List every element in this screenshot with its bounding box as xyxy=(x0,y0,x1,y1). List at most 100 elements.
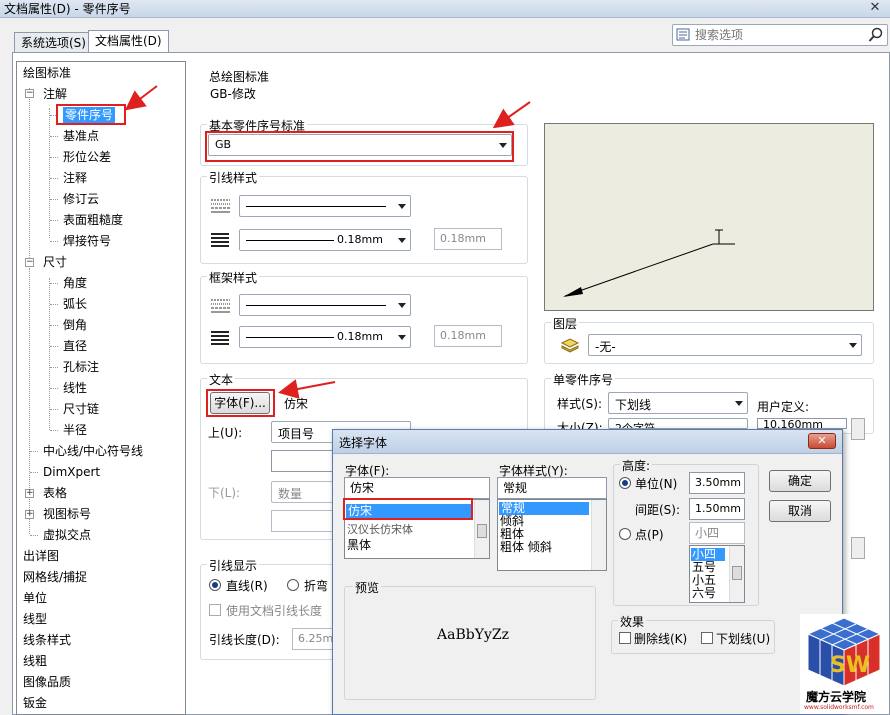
layer-label: 图层 xyxy=(551,315,580,332)
current-font-name: 仿宋 xyxy=(284,397,309,411)
tree-item-view-labels[interactable]: 视图标号 xyxy=(43,506,91,522)
tree-item-annotations[interactable]: 注解 xyxy=(43,86,67,102)
line-thickness-icon xyxy=(211,331,229,345)
overall-standard-value: GB-修改 xyxy=(210,87,256,101)
tree-item-revision-clouds[interactable]: 修订云 xyxy=(63,191,99,207)
straight-leader-label: 直线(R) xyxy=(226,579,268,593)
underline-checkbox[interactable] xyxy=(701,632,713,644)
font-name-input[interactable]: 仿宋 xyxy=(344,477,490,499)
points-list[interactable]: 小四 五号 小五 六号 xyxy=(689,545,745,603)
stack-spinner[interactable] xyxy=(851,537,865,559)
points-radio[interactable] xyxy=(619,528,631,540)
use-doc-leader-length-checkbox[interactable] xyxy=(209,604,221,616)
search-input[interactable] xyxy=(695,26,863,44)
balloon-preview-drawing xyxy=(563,229,735,297)
tree-item-drafting-standard[interactable]: 绘图标准 xyxy=(23,65,71,81)
tree-item-line-font[interactable]: 线型 xyxy=(23,611,47,627)
collapse-icon[interactable]: − xyxy=(25,89,34,98)
tree-item-geometric-tolerances[interactable]: 形位公差 xyxy=(63,149,111,165)
points-option[interactable]: 六号 xyxy=(692,587,716,600)
underline-label: 下划线(U) xyxy=(716,632,771,646)
tree-item-dimxpert[interactable]: DimXpert xyxy=(43,464,100,480)
tree-item-image-quality[interactable]: 图像品质 xyxy=(23,674,71,690)
tree-item-linear[interactable]: 线性 xyxy=(63,380,87,396)
tree-item-notes[interactable]: 注释 xyxy=(63,170,87,186)
tree-item-datums[interactable]: 基准点 xyxy=(63,128,99,144)
units-radio[interactable] xyxy=(619,477,631,489)
options-tree[interactable]: 绘图标准 − 注解 零件序号 基准点 形位公差 注释 修订云 表面粗糙度 焊接符… xyxy=(16,61,186,715)
chevron-down-icon xyxy=(398,204,406,209)
layer-select[interactable]: -无- xyxy=(588,334,862,356)
tree-item-angle[interactable]: 角度 xyxy=(63,275,87,291)
font-style-input[interactable]: 常规 xyxy=(497,477,607,499)
tree-item-chamfer[interactable]: 倒角 xyxy=(63,317,87,333)
highlight-font-option xyxy=(343,498,473,520)
font-option[interactable]: 汉仪长仿宋体 xyxy=(347,523,413,536)
points-label: 点(P) xyxy=(635,528,664,542)
tree-item-surface-finishes[interactable]: 表面粗糙度 xyxy=(63,212,123,228)
bent-leader-radio[interactable] xyxy=(287,579,299,591)
straight-leader-radio[interactable] xyxy=(209,579,221,591)
lower-text-select[interactable]: 数量 xyxy=(271,481,333,503)
tab-document-properties[interactable]: 文档属性(D) xyxy=(88,30,169,53)
tree-item-centerlines[interactable]: 中心线/中心符号线 xyxy=(43,443,143,459)
tree-item-line-style[interactable]: 线条样式 xyxy=(23,632,71,648)
collapse-icon[interactable]: − xyxy=(25,258,34,267)
tree-item-virtual-sharps[interactable]: 虚拟交点 xyxy=(43,527,91,543)
frame-line-style-select[interactable] xyxy=(239,294,411,316)
leader-thickness-custom[interactable]: 0.18mm xyxy=(434,228,502,250)
tree-item-dimensions[interactable]: 尺寸 xyxy=(43,254,67,270)
spacing-input[interactable]: 1.50mm xyxy=(689,498,745,520)
expand-icon[interactable]: + xyxy=(25,489,34,498)
preview-group: 预览 AaBbYyZz xyxy=(344,579,596,700)
balloon-preview xyxy=(544,123,874,311)
user-defined-size-input[interactable]: 10.160mm xyxy=(757,418,847,429)
font-option[interactable]: 黑体 xyxy=(347,539,371,552)
units-height-input[interactable]: 3.50mm xyxy=(689,472,745,494)
window-close-button[interactable]: ✕ xyxy=(864,0,886,17)
tree-item-tables[interactable]: 表格 xyxy=(43,485,67,501)
tree-item-grid-snap[interactable]: 网格线/捕捉 xyxy=(23,569,87,585)
leader-line-style-select[interactable] xyxy=(239,195,411,217)
search-box[interactable] xyxy=(672,24,888,46)
balloon-size-label: 大小(Z): xyxy=(557,421,603,429)
leader-length-label: 引线长度(D): xyxy=(209,633,280,647)
font-style-list[interactable]: 常规 倾斜 粗体 粗体 倾斜 xyxy=(497,499,607,571)
tab-system-options[interactable]: 系统选项(S) xyxy=(14,32,93,53)
search-icon[interactable] xyxy=(868,27,884,43)
tree-item-line-thickness[interactable]: 线粗 xyxy=(23,653,47,669)
size-spinner[interactable] xyxy=(851,418,865,440)
dialog-close-button[interactable]: ✕ xyxy=(808,433,836,449)
tree-item-units[interactable]: 单位 xyxy=(23,590,47,606)
tree-item-radius[interactable]: 半径 xyxy=(63,422,87,438)
tree-item-detailing[interactable]: 出详图 xyxy=(23,548,59,564)
leader-display-label: 引线显示 xyxy=(207,557,260,574)
ok-button[interactable]: 确定 xyxy=(769,470,831,492)
tree-item-diameter[interactable]: 直径 xyxy=(63,338,87,354)
font-list-scrollbar[interactable] xyxy=(474,500,489,558)
upper-text-input[interactable] xyxy=(271,450,333,472)
points-input[interactable]: 小四 xyxy=(689,522,745,544)
points-list-scrollbar[interactable] xyxy=(729,546,744,602)
tree-item-arc-length[interactable]: 弧长 xyxy=(63,296,87,312)
balloon-style-select[interactable]: 下划线 xyxy=(608,392,748,414)
dialog-titlebar: 选择字体 ✕ xyxy=(333,430,842,454)
preview-sample-text: AaBbYyZz xyxy=(437,627,509,643)
style-option[interactable]: 粗体 倾斜 xyxy=(500,541,552,554)
cancel-button[interactable]: 取消 xyxy=(769,500,831,522)
leader-thickness-select[interactable]: 0.18mm xyxy=(239,229,411,251)
leader-length-input[interactable]: 6.25mm xyxy=(292,628,344,650)
tree-item-weld-symbols[interactable]: 焊接符号 xyxy=(63,233,111,249)
style-list-scrollbar[interactable] xyxy=(591,500,606,570)
frame-thickness-custom[interactable]: 0.18mm xyxy=(434,325,502,347)
strikeout-label: 删除线(K) xyxy=(634,632,688,646)
strikeout-checkbox[interactable] xyxy=(619,632,631,644)
expand-icon[interactable]: + xyxy=(25,510,34,519)
lower-text-input[interactable] xyxy=(271,510,333,532)
balloon-size-select[interactable]: 2个字符 xyxy=(608,418,748,429)
chevron-down-icon xyxy=(735,401,743,406)
tree-item-sheet-metal[interactable]: 钣金 xyxy=(23,695,47,711)
tree-item-ordinate[interactable]: 尺寸链 xyxy=(63,401,99,417)
tree-item-hole-callout[interactable]: 孔标注 xyxy=(63,359,99,375)
frame-thickness-select[interactable]: 0.18mm xyxy=(239,326,411,348)
